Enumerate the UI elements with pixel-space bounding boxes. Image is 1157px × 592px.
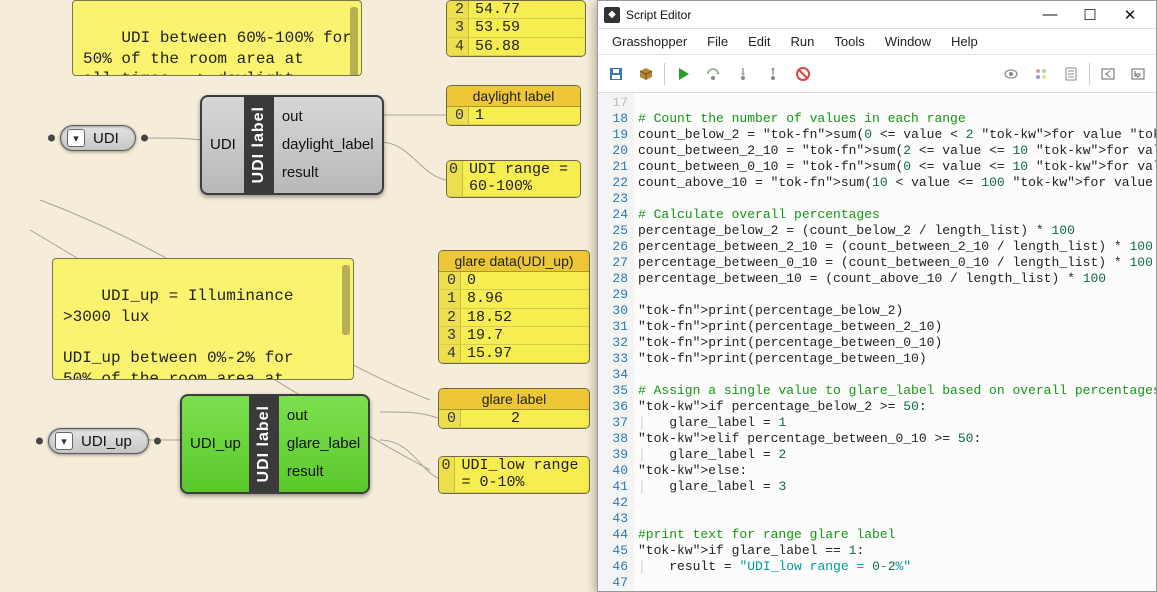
minimize-button[interactable]: — xyxy=(1030,3,1070,27)
view-icon[interactable] xyxy=(999,62,1023,86)
play-icon[interactable] xyxy=(671,62,695,86)
arrow-down-icon: ▾ xyxy=(55,432,73,450)
note-text: UDI_up = Illuminance >3000 lux UDI_up be… xyxy=(63,287,293,380)
panel-udi-range[interactable]: 0UDI range = 60-100% xyxy=(446,160,581,198)
menu-window[interactable]: Window xyxy=(877,32,939,51)
app-icon: ◆ xyxy=(604,7,620,23)
note-udi-up-description[interactable]: UDI_up = Illuminance >3000 lux UDI_up be… xyxy=(52,258,354,380)
package-icon[interactable] xyxy=(634,62,658,86)
panel-udi-low[interactable]: 0UDI_low range = 0-10% xyxy=(438,456,590,494)
script-editor-window[interactable]: ◆ Script Editor — ☐ ✕ Grasshopper File E… xyxy=(597,0,1157,592)
step-out-icon[interactable] xyxy=(761,62,785,86)
menu-tools[interactable]: Tools xyxy=(826,32,872,51)
settings-icon[interactable] xyxy=(1029,62,1053,86)
output-result[interactable]: result xyxy=(287,458,360,486)
menu-edit[interactable]: Edit xyxy=(740,32,778,51)
input-udi-up[interactable]: UDI_up xyxy=(190,430,241,458)
step-over-icon[interactable] xyxy=(701,62,725,86)
panel-header: daylight label xyxy=(447,86,580,107)
param-udi[interactable]: ▾ UDI xyxy=(60,125,136,151)
line-gutter: 1718192021222324252627282930313233343536… xyxy=(598,93,634,591)
param-udi-up[interactable]: ▾ UDI_up xyxy=(48,428,149,454)
window-title: Script Editor xyxy=(626,8,1030,22)
input-grip[interactable] xyxy=(48,135,55,142)
component-title: UDI label xyxy=(249,396,279,492)
note-scrollbar[interactable] xyxy=(350,7,358,76)
menu-run[interactable]: Run xyxy=(783,32,823,51)
param-label: UDI_up xyxy=(81,433,132,450)
toolbar[interactable] xyxy=(598,55,1156,93)
input-udi[interactable]: UDI xyxy=(210,131,236,159)
output-grip[interactable] xyxy=(154,438,161,445)
doc-icon[interactable] xyxy=(1059,62,1083,86)
param-label: UDI xyxy=(93,130,119,147)
arrow-down-icon: ▾ xyxy=(67,129,85,147)
output-result[interactable]: result xyxy=(282,159,374,187)
step-into-icon[interactable] xyxy=(731,62,755,86)
panel-glare-label[interactable]: glare label 02 xyxy=(438,388,590,429)
menu-file[interactable]: File xyxy=(699,32,736,51)
component-title: UDI label xyxy=(244,97,274,193)
input-grip[interactable] xyxy=(36,438,43,445)
code-content[interactable]: # Count the number of values in each ran… xyxy=(634,93,1156,591)
panel-prev-icon[interactable] xyxy=(1096,62,1120,86)
save-icon[interactable] xyxy=(604,62,628,86)
titlebar[interactable]: ◆ Script Editor — ☐ ✕ xyxy=(598,1,1156,29)
output-glare-label[interactable]: glare_label xyxy=(287,430,360,458)
panel-glare-data[interactable]: glare data(UDI_up) 00 18.96 218.52 319.7… xyxy=(438,250,590,364)
panel-header: glare label xyxy=(439,389,589,410)
menu-grasshopper[interactable]: Grasshopper xyxy=(604,32,695,51)
output-out[interactable]: out xyxy=(282,103,374,131)
output-out[interactable]: out xyxy=(287,402,360,430)
output-daylight-label[interactable]: daylight_label xyxy=(282,131,374,159)
panel-next-icon[interactable] xyxy=(1126,62,1150,86)
menu-help[interactable]: Help xyxy=(943,32,986,51)
maximize-button[interactable]: ☐ xyxy=(1070,3,1110,27)
panel-top-values[interactable]: 254.77 353.59 456.88 xyxy=(446,0,586,57)
menubar[interactable]: Grasshopper File Edit Run Tools Window H… xyxy=(598,29,1156,55)
component-udi-label-green[interactable]: UDI_up UDI label out glare_label result xyxy=(180,394,370,494)
component-udi-label-grey[interactable]: UDI UDI label out daylight_label result xyxy=(200,95,384,195)
panel-header: glare data(UDI_up) xyxy=(439,251,589,272)
note-udi-description[interactable]: UDI between 60%-100% for 50% of the room… xyxy=(72,0,362,76)
code-editor[interactable]: 1718192021222324252627282930313233343536… xyxy=(598,93,1156,591)
stop-icon[interactable] xyxy=(791,62,815,86)
note-text: UDI between 60%-100% for 50% of the room… xyxy=(83,29,352,76)
close-button[interactable]: ✕ xyxy=(1110,3,1150,27)
panel-daylight-label[interactable]: daylight label 01 xyxy=(446,85,581,126)
note-scrollbar[interactable] xyxy=(342,265,350,335)
output-grip[interactable] xyxy=(141,135,148,142)
